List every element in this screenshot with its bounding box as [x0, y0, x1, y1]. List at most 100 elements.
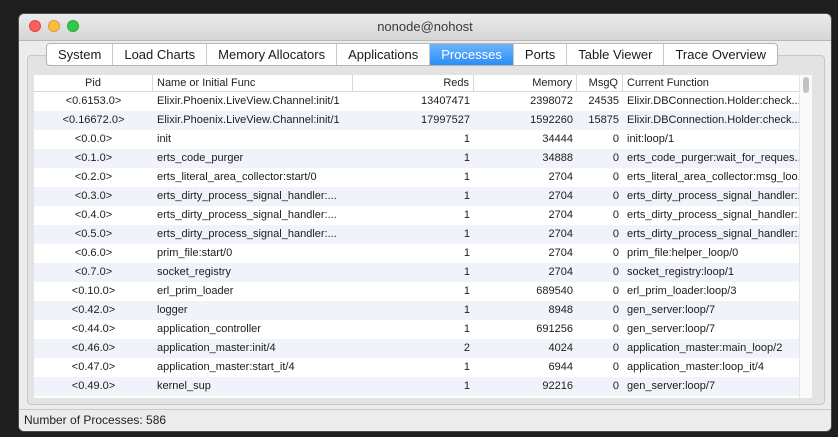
cell-current-function: erts_dirty_process_signal_handler:... [627, 228, 807, 240]
cell-pid: <0.7.0> [74, 266, 113, 278]
tab-table-viewer[interactable]: Table Viewer [567, 44, 665, 65]
column-header-memory[interactable]: Memory [474, 75, 577, 91]
cell-msgq: 0 [612, 228, 619, 240]
tab-ports[interactable]: Ports [514, 44, 568, 65]
cell-memory: 689540 [536, 285, 573, 297]
table-row[interactable]: <0.2.0> erts_literal_area_collector:start… [34, 168, 812, 187]
window-title: nonode@nohost [377, 19, 473, 34]
cell-current-function: erts_literal_area_collector:msg_loo... [627, 171, 807, 183]
cell-name: socket_registry [157, 266, 231, 278]
scrollbar-thumb[interactable] [803, 77, 809, 93]
table-row[interactable]: <0.47.0> application_master:start_it/4 1 69… [34, 358, 812, 377]
cell-msgq: 0 [612, 190, 619, 202]
cell-current-function: Elixir.DBConnection.Holder:check... [627, 95, 801, 107]
cell-memory: 34888 [542, 152, 573, 164]
cell-memory: 34444 [542, 133, 573, 145]
cell-msgq: 0 [612, 380, 619, 392]
table-row[interactable]: <0.1.0> erts_code_purger 1 34888 0 erts_code_… [34, 149, 812, 168]
cell-pid: <0.6.0> [74, 247, 113, 259]
column-header-current-function[interactable]: Current Function [623, 75, 812, 91]
cell-current-function: gen_server:loop/7 [627, 304, 716, 316]
cell-reds: 1 [463, 171, 470, 183]
cell-msgq: 24535 [588, 95, 619, 107]
cell-current-function: Elixir.DBConnection.Holder:check... [627, 114, 801, 126]
column-header-reds[interactable]: Reds [353, 75, 474, 91]
cell-name: prim_file:start/0 [157, 247, 233, 259]
cell-memory: 2704 [548, 266, 573, 278]
cell-pid: <0.5.0> [74, 228, 113, 240]
table-row[interactable]: <0.46.0> application_master:init/4 2 4024 0 a… [34, 339, 812, 358]
cell-name: init [157, 133, 172, 145]
cell-name: Elixir.Phoenix.LiveView.Channel:init/1 [157, 95, 340, 107]
column-header-name[interactable]: Name or Initial Func [153, 75, 353, 91]
cell-pid: <0.2.0> [74, 171, 113, 183]
cell-memory: 1592260 [530, 114, 573, 126]
tab-processes[interactable]: Processes [430, 44, 514, 65]
cell-current-function: init:loop/1 [627, 133, 675, 145]
cell-pid: <0.42.0> [71, 304, 116, 316]
tab-bar: System Load Charts Memory Allocators Applic… [46, 43, 778, 66]
table-row[interactable]: <0.0.0> init 1 34444 0 init:loop/1 [34, 130, 812, 149]
table-row[interactable]: <0.10.0> erl_prim_loader 1 689540 0 erl_prim_… [34, 282, 812, 301]
cell-reds: 1 [463, 190, 470, 202]
cell-memory: 2704 [548, 190, 573, 202]
tab-memory-allocators[interactable]: Memory Allocators [207, 44, 338, 65]
cell-reds: 13407471 [421, 95, 470, 107]
cell-pid: <0.44.0> [71, 323, 116, 335]
cell-msgq: 0 [612, 323, 619, 335]
table-row[interactable]: <0.3.0> erts_dirty_process_signal_handler… [34, 187, 812, 206]
table-row[interactable]: <0.16672.0> Elixir.Phoenix.LiveView.Chann… [34, 111, 812, 130]
cell-pid: <0.3.0> [74, 190, 113, 202]
cell-name: logger [157, 304, 188, 316]
column-header-pid[interactable]: Pid [34, 75, 153, 91]
cell-name: Elixir.Phoenix.LiveView.Channel:init/1 [157, 114, 340, 126]
tab-system[interactable]: System [47, 44, 114, 65]
cell-reds: 1 [463, 285, 470, 297]
cell-pid: <0.0.0> [74, 133, 113, 145]
cell-current-function: gen_server:loop/7 [627, 380, 716, 392]
table-row[interactable]: <0.7.0> socket_registry 1 2704 0 socket_regis… [34, 263, 812, 282]
cell-current-function: erts_dirty_process_signal_handler:... [627, 190, 807, 202]
cell-pid: <0.49.0> [71, 380, 116, 392]
cell-msgq: 0 [612, 209, 619, 221]
cell-name: erts_literal_area_collector:start/0 [157, 171, 317, 183]
cell-current-function: erl_prim_loader:loop/3 [627, 285, 737, 297]
table-row[interactable]: <0.5.0> erts_dirty_process_signal_handler… [34, 225, 812, 244]
table-row[interactable]: <0.44.0> application_controller 1 691256 0 ge… [34, 320, 812, 339]
cell-memory: 2704 [548, 171, 573, 183]
vertical-scrollbar[interactable] [799, 75, 812, 398]
cell-memory: 4024 [548, 342, 573, 354]
status-bar: Number of Processes: 586 [19, 409, 831, 431]
table-row[interactable]: <0.6153.0> Elixir.Phoenix.LiveView.Channe… [34, 92, 812, 111]
cell-current-function: application_master:main_loop/2 [627, 342, 783, 354]
cell-current-function: erts_dirty_process_signal_handler:... [627, 209, 807, 221]
cell-pid: <0.47.0> [71, 361, 116, 373]
table-row[interactable]: <0.4.0> erts_dirty_process_signal_handler… [34, 206, 812, 225]
cell-reds: 1 [463, 323, 470, 335]
cell-memory: 2704 [548, 228, 573, 240]
column-header-msgq[interactable]: MsgQ [577, 75, 623, 91]
cell-current-function: prim_file:helper_loop/0 [627, 247, 739, 259]
cell-msgq: 15875 [588, 114, 619, 126]
cell-reds: 1 [463, 152, 470, 164]
cell-pid: <0.6153.0> [65, 95, 122, 107]
cell-current-function: socket_registry:loop/1 [627, 266, 734, 278]
cell-reds: 1 [463, 209, 470, 221]
cell-msgq: 0 [612, 361, 619, 373]
table-row[interactable]: <0.6.0> prim_file:start/0 1 2704 0 prim_file:… [34, 244, 812, 263]
cell-name: application_master:init/4 [157, 342, 276, 354]
cell-name: kernel_sup [157, 380, 211, 392]
table-row[interactable]: <0.49.0> kernel_sup 1 92216 0 gen_server:loop… [34, 377, 812, 396]
cell-name: application_controller [157, 323, 261, 335]
cell-msgq: 0 [612, 171, 619, 183]
cell-reds: 1 [463, 228, 470, 240]
cell-memory: 2398072 [530, 95, 573, 107]
tab-load-charts[interactable]: Load Charts [113, 44, 208, 65]
tab-trace-overview[interactable]: Trace Overview [664, 44, 777, 65]
tab-applications[interactable]: Applications [337, 44, 431, 65]
cell-pid: <0.10.0> [71, 285, 116, 297]
cell-memory: 8948 [548, 304, 573, 316]
cell-memory: 2704 [548, 209, 573, 221]
table-row[interactable]: <0.42.0> logger 1 8948 0 gen_server:loop/7 [34, 301, 812, 320]
cell-name: erts_dirty_process_signal_handler:... [157, 209, 337, 221]
